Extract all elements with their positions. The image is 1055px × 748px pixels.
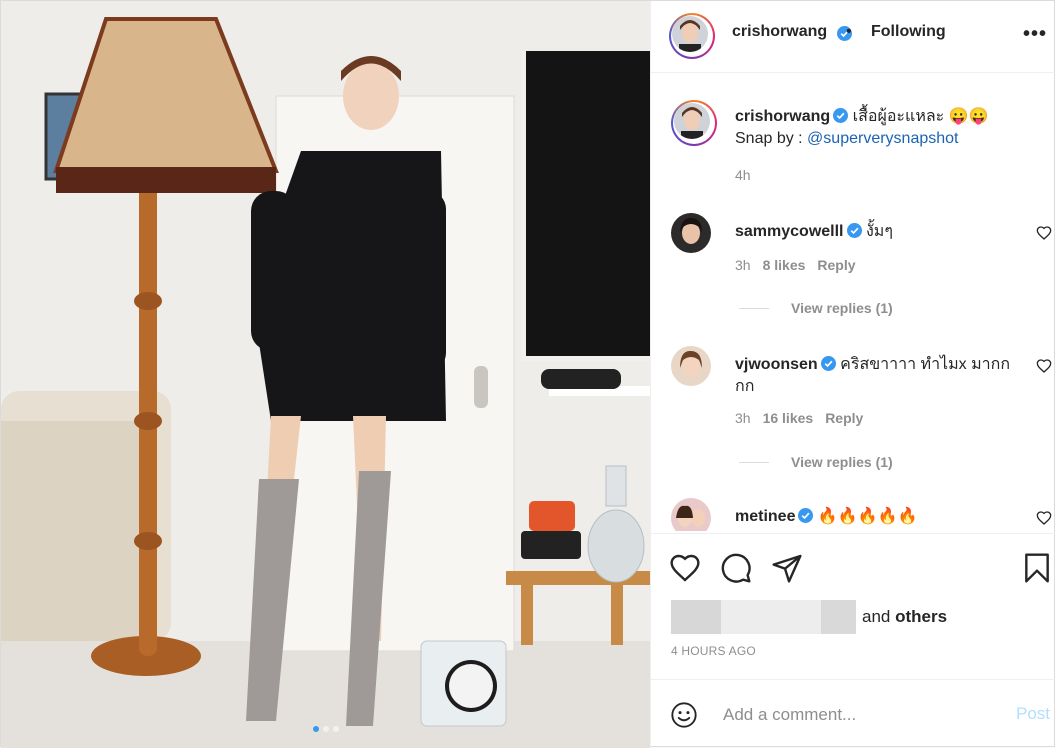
header-separator: • bbox=[846, 23, 852, 40]
comment-time[interactable]: 3h bbox=[735, 257, 751, 273]
comment-reply-button[interactable]: Reply bbox=[825, 410, 863, 426]
view-replies-button[interactable]: View replies (1) bbox=[739, 454, 893, 470]
author-avatar-image bbox=[672, 16, 708, 52]
carousel-dot-1[interactable] bbox=[312, 726, 319, 732]
comment-input[interactable] bbox=[721, 702, 995, 728]
caption-username[interactable]: crishorwang bbox=[735, 108, 830, 125]
instagram-post: crishorwang • Following ••• crishorwang … bbox=[0, 0, 1055, 748]
verified-badge-icon bbox=[798, 508, 814, 523]
caption-snap-prefix: Snap by : bbox=[735, 130, 808, 147]
add-comment-bar: Post bbox=[651, 679, 1055, 748]
view-replies-label: View replies (1) bbox=[791, 454, 893, 470]
post-comment-button[interactable]: Post bbox=[1016, 704, 1050, 724]
commenter-avatar-image bbox=[671, 498, 711, 531]
more-options-icon[interactable]: ••• bbox=[1023, 24, 1047, 44]
caption-avatar[interactable] bbox=[671, 100, 717, 146]
carousel-dot-3[interactable] bbox=[332, 726, 339, 732]
post-side-panel: crishorwang • Following ••• crishorwang … bbox=[650, 1, 1055, 748]
likes-others-link[interactable]: others bbox=[895, 607, 947, 626]
share-paper-plane-icon[interactable] bbox=[771, 552, 803, 584]
comment-text: งั้มๆ bbox=[865, 223, 893, 240]
likes-summary[interactable]: and others bbox=[671, 600, 947, 634]
comment-time[interactable]: 3h bbox=[735, 410, 751, 426]
commenter-username[interactable]: sammycowelll bbox=[735, 223, 844, 240]
commenter-avatar[interactable] bbox=[671, 346, 711, 386]
verified-badge-icon bbox=[833, 108, 849, 123]
comment-reply-button[interactable]: Reply bbox=[817, 257, 855, 273]
comment-likes[interactable]: 8 likes bbox=[763, 257, 806, 273]
author-username[interactable]: crishorwang bbox=[732, 23, 827, 41]
verified-badge-icon bbox=[820, 356, 836, 371]
commenter-avatar[interactable] bbox=[671, 498, 711, 531]
commenter-avatar[interactable] bbox=[671, 213, 711, 253]
view-replies-line bbox=[739, 461, 769, 463]
comment-likes[interactable]: 16 likes bbox=[763, 410, 814, 426]
caption-mention-link[interactable]: @superverysnapshot bbox=[807, 130, 958, 147]
carousel-indicator bbox=[1, 726, 650, 732]
liker-name-blurred bbox=[721, 600, 821, 634]
liker-extra-blurred bbox=[821, 600, 856, 634]
post-header: crishorwang • Following ••• bbox=[651, 1, 1055, 73]
caption-avatar-image bbox=[674, 103, 710, 139]
commenter-avatar-image bbox=[671, 213, 711, 253]
comment-meta: 3h 8 likes Reply bbox=[735, 257, 856, 273]
author-avatar[interactable] bbox=[669, 13, 715, 59]
comment-like-heart-icon[interactable] bbox=[1036, 225, 1052, 241]
caption-time[interactable]: 4h bbox=[735, 167, 751, 183]
following-button[interactable]: Following bbox=[871, 23, 946, 41]
post-timestamp[interactable]: 4 HOURS AGO bbox=[671, 644, 756, 658]
commenter-avatar-image bbox=[671, 346, 711, 386]
view-replies-label: View replies (1) bbox=[791, 300, 893, 316]
verified-badge-icon bbox=[846, 223, 862, 238]
like-heart-icon[interactable] bbox=[669, 552, 701, 584]
caption-text: เสื้อผู้อะแหละ 😛😛 bbox=[852, 108, 989, 125]
comment-like-heart-icon[interactable] bbox=[1036, 510, 1052, 526]
comment-text: 🔥🔥🔥🔥🔥 bbox=[817, 508, 918, 525]
comment-bubble-icon[interactable] bbox=[720, 552, 752, 584]
save-bookmark-icon[interactable] bbox=[1021, 552, 1053, 584]
view-replies-button[interactable]: View replies (1) bbox=[739, 300, 893, 316]
comments-list: crishorwang เสื้อผู้อะแหละ 😛😛 Snap by : … bbox=[651, 73, 1055, 531]
likes-suffix-and: and bbox=[862, 607, 891, 626]
carousel-dot-2[interactable] bbox=[322, 726, 329, 732]
liker-avatars-blurred bbox=[671, 600, 721, 634]
commenter-username[interactable]: metinee bbox=[735, 508, 795, 525]
post-photo[interactable] bbox=[1, 1, 650, 748]
emoji-smiley-icon[interactable] bbox=[670, 701, 698, 729]
commenter-username[interactable]: vjwoonsen bbox=[735, 356, 818, 373]
comment-like-heart-icon[interactable] bbox=[1036, 358, 1052, 374]
post-actions: and others 4 HOURS AGO bbox=[651, 533, 1055, 668]
comment-meta: 3h 16 likes Reply bbox=[735, 410, 863, 426]
photo-illustration bbox=[1, 1, 650, 748]
view-replies-line bbox=[739, 307, 769, 309]
likes-text: and others bbox=[862, 607, 947, 627]
